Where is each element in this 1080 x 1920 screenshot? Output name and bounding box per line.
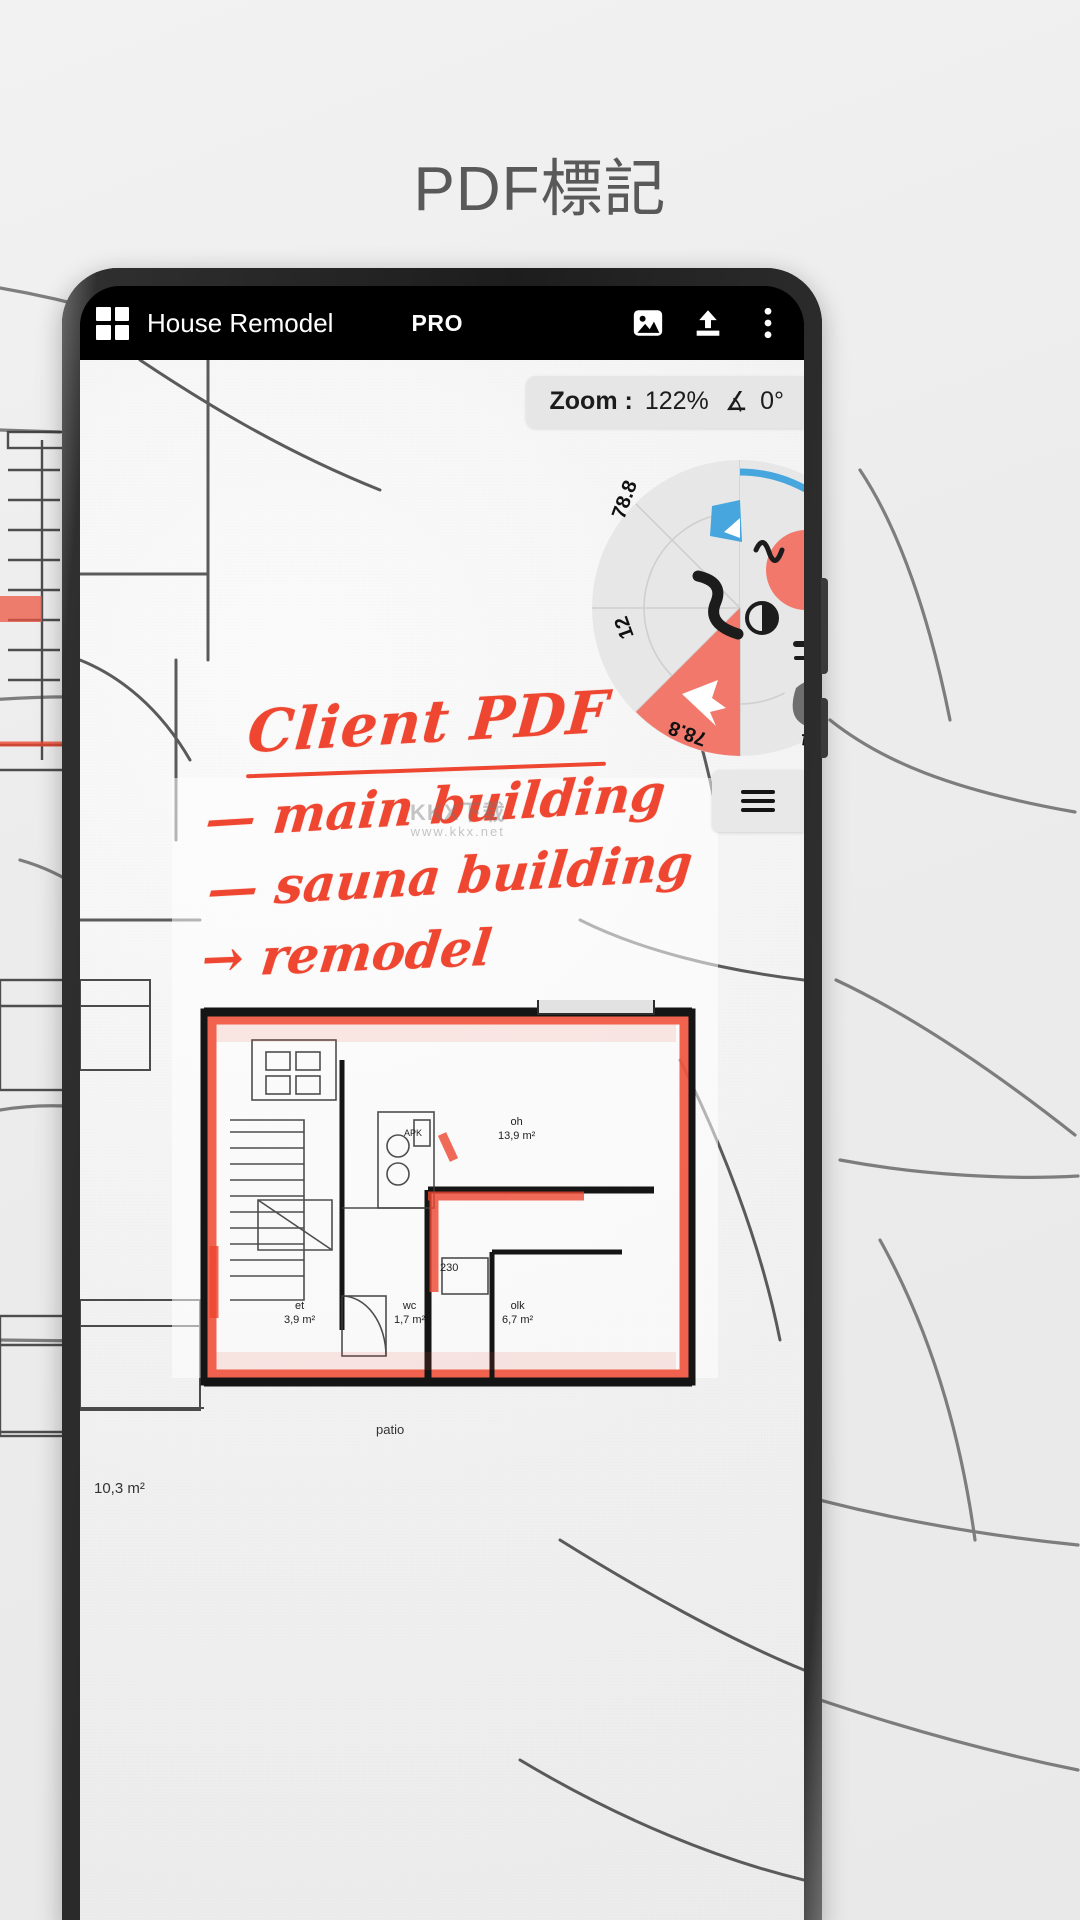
annotation-marker-3: → [198,928,248,990]
angle-value: 0° [760,387,784,415]
angle-icon: ∡ [724,386,749,416]
zoom-value: 122% [644,387,709,415]
more-vertical-icon[interactable] [746,301,790,345]
app-bar: House Remodel PRO [80,286,804,360]
radial-tool-wheel[interactable]: 78.8 12 78.8 8.4 [590,458,804,758]
document-canvas[interactable]: Zoom : 122% ∡ 0° 78.8 12 78.8 8.4 Client… [80,360,804,1920]
annotation-marker-1: — [203,786,259,850]
document-title: House Remodel [147,307,334,338]
page-title: PDF標記 [413,155,667,224]
room-label-et: et 3,9 m² [284,1300,316,1326]
phone-screen: House Remodel PRO Zoom: 122% ∡ 0° 78.8 … [80,286,804,1920]
room-label-oh: oh 13,9 m² [498,1116,536,1142]
image-icon[interactable] [626,301,670,345]
layers-menu-icon [741,799,775,803]
corner-area-label: 10,3 m² [94,1480,145,1497]
phone-mockup: House Remodel PRO Zoom: 122% ∡ 0° 78.8 … [62,268,828,1920]
volume-up-button[interactable] [821,578,828,674]
zoom-indicator[interactable]: Zoom : 122% ∡ 0° [525,376,804,428]
zoom-label: Zoom : [549,387,633,415]
shape-tool-glyph [710,500,742,542]
room-label-olk: olk 6,7 m² [502,1300,534,1326]
room-label-apk: APK [404,1128,423,1138]
screenshot-root: PDF標記 House Remodel PRO Zoom: 122% ∡ 0°… [0,0,1080,1920]
top-cabinet [537,979,655,1015]
patio-label: patio [376,1422,405,1437]
annotation-line-3[interactable]: → remodel [199,918,495,989]
room-label-wc: wc 1,7 m² [394,1300,426,1326]
room-label-230: 230 [440,1262,459,1274]
layers-menu-button[interactable] [712,770,804,832]
volume-down-button[interactable] [821,698,828,758]
floor-plan[interactable]: oh 13,9 m² et 3,9 m² wc 1,7 m² olk 6,7 m… [192,979,704,1440]
upload-share-icon[interactable] [686,301,730,345]
grid-icon[interactable] [96,306,129,340]
annotation-marker-2: — [204,856,261,920]
annotation-text-3: remodel [257,917,495,987]
red-accents [209,1132,584,1318]
pro-badge[interactable]: PRO [411,310,463,337]
